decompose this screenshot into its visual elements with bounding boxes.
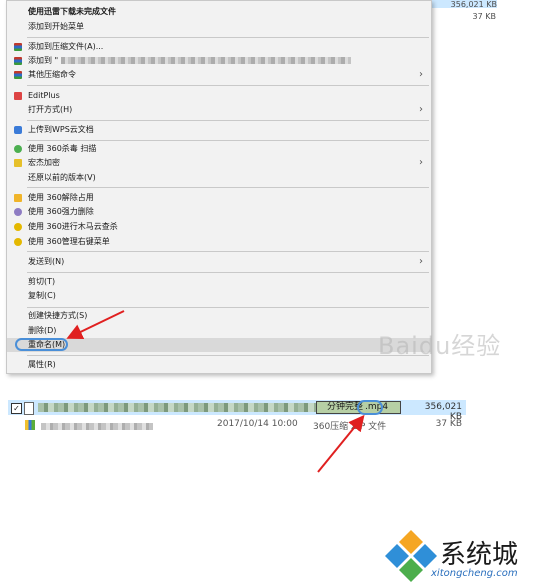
logo-text: 系统城 — [440, 540, 519, 570]
arrow-to-rename — [66, 310, 125, 340]
xitongcheng-logo: 系统城 xitongcheng.com — [383, 530, 533, 585]
annotation-arrows — [66, 310, 365, 473]
logo-url: xitongcheng.com — [431, 568, 518, 579]
arrow-to-extension — [317, 414, 365, 473]
